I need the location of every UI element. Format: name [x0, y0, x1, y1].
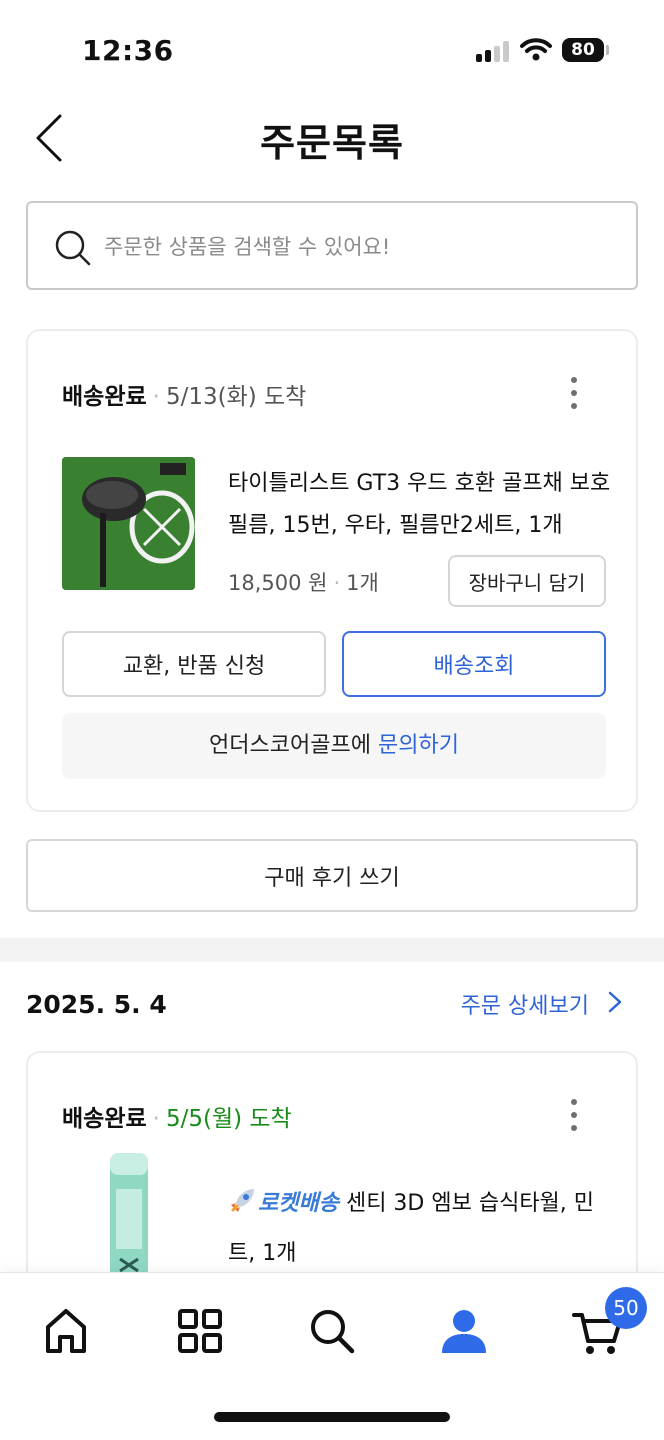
- chevron-right-icon: [608, 991, 622, 1013]
- home-icon: [46, 1309, 86, 1353]
- battery-tip: [606, 45, 609, 55]
- cart-count-badge: 50: [605, 1287, 647, 1329]
- order-card: 배송완료 · 5/13(화) 도착 타이틀리스트 GT3 우드 호환 골프채 보호필…: [26, 329, 638, 812]
- more-options-button[interactable]: [564, 1099, 584, 1139]
- status-bar: 12:36 80: [0, 0, 664, 100]
- add-to-cart-button[interactable]: 장바구니 담기: [448, 555, 606, 607]
- order-detail-label: 주문 상세보기: [460, 994, 589, 1019]
- seller-inquiry-bar: 언더스코어골프에 문의하기: [62, 713, 606, 779]
- order-date: 2025. 5. 4: [26, 990, 167, 1019]
- delivery-status: 배송완료: [62, 384, 147, 410]
- write-review-button[interactable]: 구매 후기 쓰기: [26, 839, 638, 912]
- nav-my-page[interactable]: [434, 1301, 494, 1361]
- rocket-icon: [231, 1189, 254, 1212]
- battery-icon: 80: [562, 38, 604, 62]
- status-time: 12:36: [82, 34, 174, 67]
- product-thumbnail[interactable]: [62, 457, 195, 590]
- price: 18,500 원: [228, 571, 328, 595]
- home-indicator: [214, 1412, 450, 1422]
- product-name[interactable]: 로켓배송 센티 3D 엠보 습식타월, 민트, 1개: [228, 1179, 618, 1279]
- delivery-status: 배송완료: [62, 1106, 147, 1132]
- delivery-status-line: 배송완료 · 5/5(월) 도착: [62, 1106, 292, 1132]
- more-options-button[interactable]: [564, 377, 584, 417]
- user-icon: [442, 1310, 486, 1353]
- product-name[interactable]: 타이틀리스트 GT3 우드 호환 골프채 보호필름, 15번, 우타, 필름만2…: [228, 463, 618, 547]
- nav-categories[interactable]: [170, 1301, 230, 1361]
- search-icon: [311, 1310, 355, 1354]
- exchange-return-button[interactable]: 교환, 반품 신청: [62, 631, 326, 697]
- quantity: 1개: [346, 571, 379, 595]
- golf-club-image: [62, 457, 195, 590]
- grid-icon: [178, 1309, 222, 1353]
- seller-name: 언더스코어골프에: [209, 733, 378, 758]
- arrival-date: 5/5(월) 도착: [165, 1106, 292, 1132]
- search-input[interactable]: 주문한 상품을 검색할 수 있어요!: [26, 201, 638, 290]
- inquiry-link[interactable]: 문의하기: [378, 733, 459, 758]
- page-title: 주문목록: [260, 121, 404, 165]
- order-detail-link[interactable]: 주문 상세보기: [461, 988, 622, 1020]
- wifi-icon: [520, 38, 552, 61]
- search-icon: [55, 230, 91, 266]
- track-delivery-button[interactable]: 배송조회: [342, 631, 606, 697]
- price-line: 18,500 원 · 1개: [228, 571, 379, 595]
- delivery-status-line: 배송완료 · 5/13(화) 도착: [62, 384, 307, 410]
- rocket-delivery-label: 로켓배송: [258, 1191, 339, 1216]
- nav-search[interactable]: [302, 1301, 362, 1361]
- arrival-date: 5/13(화) 도착: [165, 384, 307, 410]
- signal-icon: [476, 40, 510, 62]
- section-divider: [0, 938, 664, 962]
- search-placeholder: 주문한 상품을 검색할 수 있어요!: [104, 235, 391, 259]
- nav-home[interactable]: [36, 1301, 96, 1361]
